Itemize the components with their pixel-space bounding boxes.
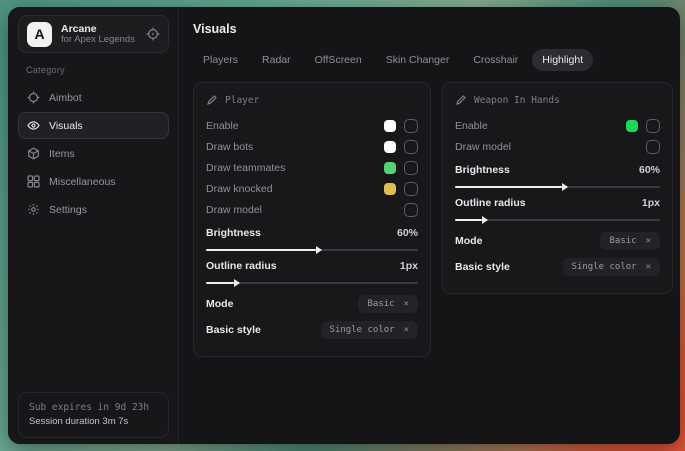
toggle-row: Draw knocked	[206, 178, 418, 199]
player-panel: Player Enable Draw bots	[193, 82, 431, 357]
toggle-row: Enable	[206, 115, 418, 136]
sidebar-item-items[interactable]: Items	[18, 140, 169, 167]
sidebar-item-miscellaneous[interactable]: Miscellaneous	[18, 168, 169, 195]
basic-style-tag[interactable]: Single color ✕	[321, 321, 418, 339]
tab-skin-changer[interactable]: Skin Changer	[376, 49, 460, 71]
slider-label: Brightness	[455, 164, 510, 176]
brightness-slider[interactable]	[455, 186, 660, 188]
panel-title: Player	[225, 95, 259, 106]
mode-tag[interactable]: Basic ✕	[358, 295, 418, 313]
sidebar-item-settings[interactable]: Settings	[18, 196, 169, 223]
tab-radar[interactable]: Radar	[252, 49, 301, 71]
app-logo: A	[27, 22, 52, 47]
select-label: Mode	[455, 235, 482, 247]
eye-icon	[27, 119, 40, 132]
outline-radius-slider[interactable]	[206, 282, 418, 284]
mode-tag[interactable]: Basic ✕	[600, 232, 660, 250]
select-label: Mode	[206, 298, 233, 310]
basic-style-tag[interactable]: Single color ✕	[563, 258, 660, 276]
slider-value: 60%	[397, 227, 418, 239]
checkbox[interactable]	[404, 203, 418, 217]
tab-highlight[interactable]: Highlight	[532, 49, 593, 71]
main-content: Visuals Players Radar OffScreen Skin Cha…	[179, 7, 680, 444]
toggle-row: Draw model	[206, 199, 418, 220]
sidebar-item-aimbot[interactable]: Aimbot	[18, 84, 169, 111]
color-swatch[interactable]	[384, 183, 396, 195]
sidebar-item-label: Visuals	[49, 120, 83, 132]
app-subtitle: for Apex Legends	[61, 35, 137, 46]
tab-crosshair[interactable]: Crosshair	[463, 49, 528, 71]
checkbox[interactable]	[404, 119, 418, 133]
sidebar-item-label: Miscellaneous	[49, 176, 116, 188]
panel-title: Weapon In Hands	[474, 95, 560, 106]
slider-label: Outline radius	[206, 260, 277, 272]
remove-icon[interactable]: ✕	[404, 299, 409, 309]
toggle-label: Enable	[455, 120, 488, 132]
toggle-row: Draw bots	[206, 136, 418, 157]
checkbox[interactable]	[404, 140, 418, 154]
remove-icon[interactable]: ✕	[646, 262, 651, 272]
toggle-row: Draw model	[455, 136, 660, 157]
scope-icon[interactable]	[146, 27, 160, 41]
slider-label: Brightness	[206, 227, 261, 239]
checkbox[interactable]	[404, 161, 418, 175]
checkbox[interactable]	[646, 119, 660, 133]
app-window: A Arcane for Apex Legends Category	[8, 7, 680, 444]
toggle-label: Draw model	[206, 204, 262, 216]
slider-value: 1px	[642, 197, 660, 209]
crosshair-icon	[27, 91, 40, 104]
app-name: Arcane	[61, 23, 137, 35]
toggle-label: Enable	[206, 120, 239, 132]
tab-bar: Players Radar OffScreen Skin Changer Cro…	[193, 49, 680, 71]
outline-radius-slider[interactable]	[455, 219, 660, 221]
tab-offscreen[interactable]: OffScreen	[305, 49, 372, 71]
color-swatch[interactable]	[384, 120, 396, 132]
toggle-row: Enable	[455, 115, 660, 136]
toggle-label: Draw teammates	[206, 162, 285, 174]
sidebar-item-visuals[interactable]: Visuals	[18, 112, 169, 139]
marker-icon	[206, 94, 218, 106]
checkbox[interactable]	[404, 182, 418, 196]
sub-expires-text: Sub expires in 9d 23h	[29, 401, 158, 415]
tab-players[interactable]: Players	[193, 49, 248, 71]
sidebar-item-label: Settings	[49, 204, 87, 216]
slider-value: 1px	[400, 260, 418, 272]
cube-icon	[27, 147, 40, 160]
sidebar: A Arcane for Apex Legends Category	[8, 7, 179, 444]
sidebar-item-label: Items	[49, 148, 75, 160]
slider-value: 60%	[639, 164, 660, 176]
toggle-label: Draw knocked	[206, 183, 273, 195]
select-label: Basic style	[455, 261, 510, 273]
color-swatch[interactable]	[626, 120, 638, 132]
session-duration-text: Session duration 3m 7s	[29, 415, 158, 429]
checkbox[interactable]	[646, 140, 660, 154]
slider-label: Outline radius	[455, 197, 526, 209]
remove-icon[interactable]: ✕	[404, 325, 409, 335]
color-swatch[interactable]	[384, 162, 396, 174]
grid-icon	[27, 175, 40, 188]
toggle-label: Draw model	[455, 141, 511, 153]
toggle-label: Draw bots	[206, 141, 253, 153]
sidebar-item-label: Aimbot	[49, 92, 82, 104]
select-label: Basic style	[206, 324, 261, 336]
page-title: Visuals	[193, 22, 680, 36]
subscription-info-card: Sub expires in 9d 23h Session duration 3…	[18, 392, 169, 439]
color-swatch[interactable]	[384, 141, 396, 153]
app-header-card: A Arcane for Apex Legends	[18, 15, 169, 53]
gear-icon	[27, 203, 40, 216]
weapon-in-hands-panel: Weapon In Hands Enable Draw model	[442, 82, 673, 294]
brightness-slider[interactable]	[206, 249, 418, 251]
marker-icon	[455, 94, 467, 106]
category-label: Category	[26, 65, 169, 75]
toggle-row: Draw teammates	[206, 157, 418, 178]
remove-icon[interactable]: ✕	[646, 236, 651, 246]
